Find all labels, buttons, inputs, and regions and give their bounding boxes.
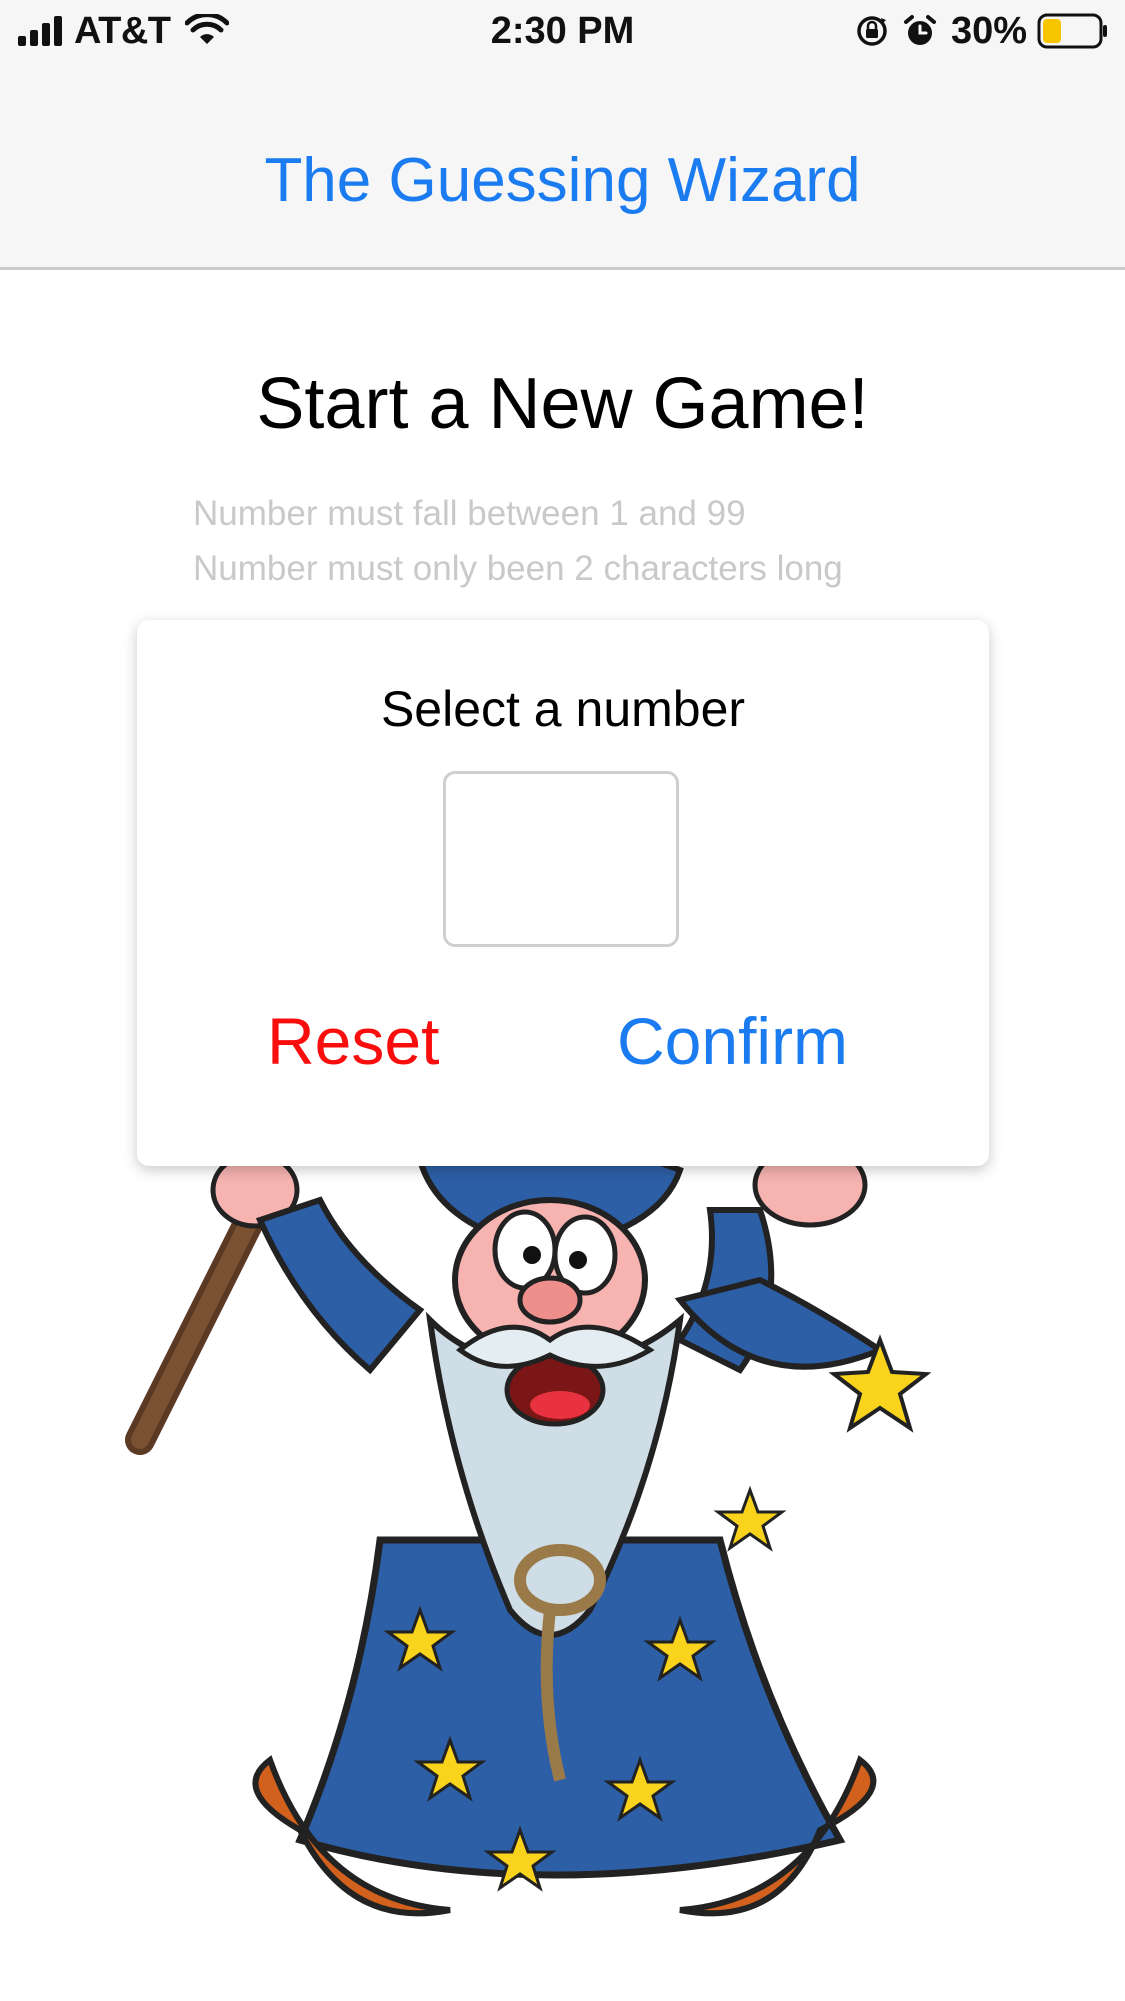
hint-length: Number must only been 2 characters long	[193, 549, 843, 588]
battery-percent: 30%	[950, 9, 1027, 52]
status-right: 30%	[855, 10, 1109, 52]
reset-button[interactable]: Reset	[267, 1008, 439, 1074]
confirm-button[interactable]: Confirm	[617, 1008, 848, 1074]
navigation-bar: The Guessing Wizard	[0, 62, 1125, 270]
hint-text: Number must fall between 1 and 99 Number…	[193, 486, 843, 596]
wizard-illustration	[125, 1140, 932, 1917]
page-heading: Start a New Game!	[256, 364, 869, 444]
hint-range: Number must fall between 1 and 99	[193, 494, 746, 533]
alarm-icon	[903, 15, 936, 45]
number-card: Select a number Reset Confirm	[137, 620, 989, 1166]
status-bar: AT&T 2:30 PM 30%	[0, 0, 1125, 62]
card-title: Select a number	[380, 681, 746, 737]
battery-icon	[1037, 13, 1107, 49]
app-title: The Guessing Wizard	[264, 146, 861, 215]
orientation-lock-icon	[857, 16, 887, 46]
number-input[interactable]	[443, 771, 679, 947]
